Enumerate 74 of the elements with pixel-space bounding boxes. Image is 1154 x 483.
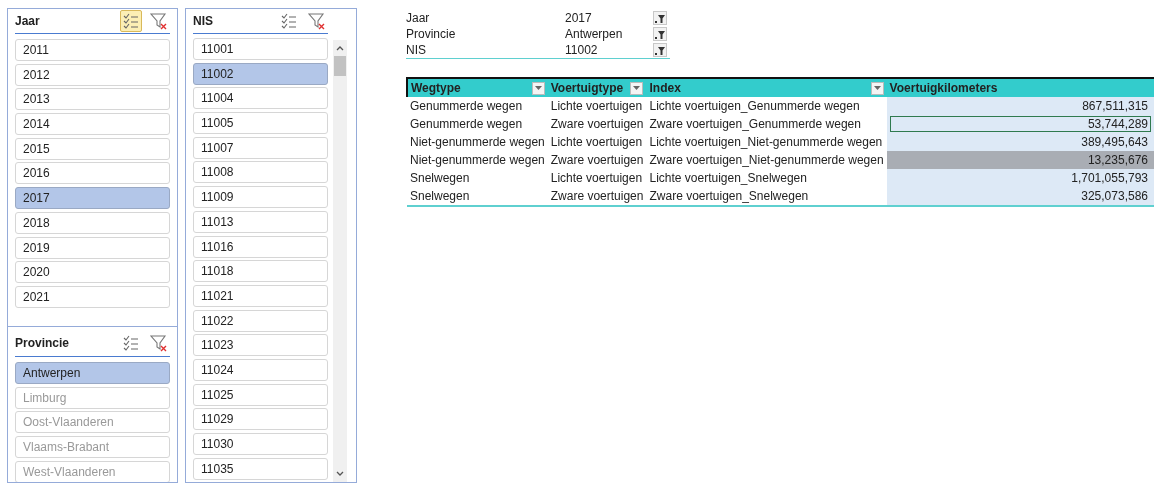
table-cell: Lichte voertuigen xyxy=(550,135,643,149)
table-cell: Zware voertuigen xyxy=(550,117,644,131)
slicer-item[interactable]: 11008 xyxy=(193,161,328,184)
table-cell-text: 325,073,586 xyxy=(1080,188,1149,204)
filter-value: Antwerpen xyxy=(565,27,624,41)
filter-label: NIS xyxy=(406,43,427,57)
slicer-item[interactable]: 2019 xyxy=(15,236,170,259)
column-header: Voertuigkilometers xyxy=(889,81,998,95)
slicer-item[interactable]: 2011 xyxy=(15,39,170,61)
table-cell: Lichte voertuigen_Niet-genummerde wegen xyxy=(649,135,883,149)
column-header: Index xyxy=(649,81,681,95)
slicer-item[interactable]: 11022 xyxy=(193,309,328,332)
slicer-item[interactable]: 11018 xyxy=(193,260,328,283)
slicer-item[interactable]: 11004 xyxy=(193,87,328,110)
table-cell-text: 1,701,055,793 xyxy=(1070,170,1149,186)
table-cell: Zware voertuigen_Genummerde wegen xyxy=(649,117,861,131)
slicer-item[interactable]: Antwerpen xyxy=(15,362,170,384)
slicer-item[interactable]: 2017 xyxy=(15,187,170,210)
column-header: Voertuigtype xyxy=(550,81,624,95)
table-cell: Zware voertuigen xyxy=(550,189,644,203)
filter-value: 11002 xyxy=(565,43,599,57)
slicer-item[interactable]: 11024 xyxy=(193,358,328,381)
slicer-item[interactable]: 11025 xyxy=(193,383,328,406)
dropdown-icon[interactable] xyxy=(870,81,884,95)
table-cell-text: 389,495,643 xyxy=(1080,134,1149,150)
slicer-item[interactable]: 11013 xyxy=(193,210,328,233)
slicer-item[interactable]: 2016 xyxy=(15,162,170,185)
slicer-item[interactable]: 11005 xyxy=(193,112,328,135)
slicer-item[interactable]: 11030 xyxy=(193,433,328,455)
table-cell: 53,744,289 xyxy=(889,116,1151,132)
column-header: Wegtype xyxy=(411,81,461,95)
slicer-item[interactable]: 2015 xyxy=(15,137,170,160)
table-cell: Zware voertuigen xyxy=(550,153,644,167)
slicer-item[interactable]: 11002 xyxy=(193,62,328,85)
slicer-item[interactable]: 11035 xyxy=(193,457,328,480)
slicer-item[interactable]: 11029 xyxy=(193,408,328,431)
slicer-item[interactable]: 2013 xyxy=(15,88,170,111)
table-cell: Lichte voertuigen_Genummerde wegen xyxy=(649,99,860,113)
table-cell-text: 13,235,676 xyxy=(1086,152,1149,168)
slicer-title: Jaar xyxy=(15,14,41,28)
slicer-item[interactable]: 2021 xyxy=(15,285,170,308)
dropdown-icon[interactable] xyxy=(630,81,644,95)
filter-label: Provincie xyxy=(406,27,457,41)
slicer-item[interactable]: 11016 xyxy=(193,235,328,258)
table-cell: Niet-genummerde wegen xyxy=(410,153,545,167)
filter-label: Jaar xyxy=(406,11,431,25)
slicer-item[interactable]: 2012 xyxy=(15,63,170,86)
slicer-item[interactable]: 11023 xyxy=(193,334,328,357)
slicer-item[interactable]: 11009 xyxy=(193,186,328,209)
slicer-item[interactable]: 11001 xyxy=(193,38,328,60)
slicer-item[interactable]: 2020 xyxy=(15,261,170,284)
filter-icon[interactable] xyxy=(653,11,667,25)
slicer-title: NIS xyxy=(193,14,214,28)
slicer-item[interactable]: 11021 xyxy=(193,284,328,307)
multi-select-icon[interactable] xyxy=(120,10,142,32)
dropdown-icon[interactable] xyxy=(531,81,545,95)
slicer-item[interactable]: 2014 xyxy=(15,113,170,136)
table-cell: Genummerde wegen xyxy=(410,117,523,131)
slicer-item[interactable]: 2018 xyxy=(15,211,170,234)
table-cell: Niet-genummerde wegen xyxy=(410,135,545,149)
table-cell: Snelwegen xyxy=(410,189,470,203)
table-cell: Snelwegen xyxy=(410,171,470,185)
slicer-title: Provincie xyxy=(15,336,71,350)
filter-icon[interactable] xyxy=(653,27,667,41)
table-cell: Lichte voertuigen xyxy=(550,99,643,113)
table-cell: Lichte voertuigen xyxy=(550,171,643,185)
slicer-item[interactable]: 11007 xyxy=(193,136,328,159)
filter-value: 2017 xyxy=(565,11,593,25)
table-cell-text: 867,511,315 xyxy=(1081,98,1149,114)
table-cell: Lichte voertuigen_Snelwegen xyxy=(649,171,807,185)
table-cell: Zware voertuigen_Niet-genummerde wegen xyxy=(649,153,884,167)
table-cell: Genummerde wegen xyxy=(410,99,523,113)
filter-icon[interactable] xyxy=(653,43,667,57)
table-cell: Zware voertuigen_Snelwegen xyxy=(649,189,809,203)
